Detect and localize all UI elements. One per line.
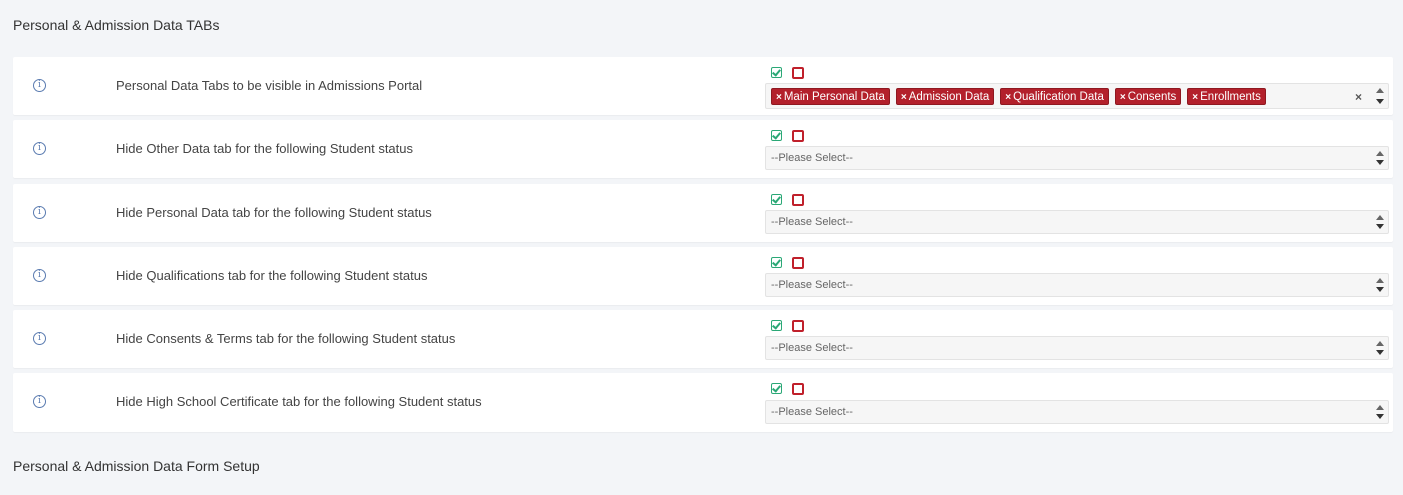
status-select[interactable]: --Please Select-- <box>765 146 1389 170</box>
spinner-up-icon[interactable] <box>1376 151 1384 156</box>
setting-row-hide-qualifications: i Hide Qualifications tab for the follow… <box>13 247 1393 305</box>
setting-row-hide-high-school-certificate: i Hide High School Certificate tab for t… <box>13 373 1393 432</box>
select-placeholder: --Please Select-- <box>771 152 853 164</box>
select-spinner[interactable] <box>1372 401 1388 423</box>
select-spinner[interactable] <box>1372 337 1388 359</box>
tag-label: Enrollments <box>1200 91 1261 103</box>
tag-label: Qualification Data <box>1013 91 1104 103</box>
status-select[interactable]: --Please Select-- <box>765 210 1389 234</box>
check-all-icon[interactable] <box>771 383 782 394</box>
row-label: Hide Personal Data tab for the following… <box>116 205 432 220</box>
spinner-down-icon[interactable] <box>1376 350 1384 355</box>
uncheck-all-icon[interactable] <box>792 320 804 332</box>
check-all-icon[interactable] <box>771 130 782 141</box>
spinner-down-icon[interactable] <box>1376 287 1384 292</box>
check-all-icon[interactable] <box>771 67 782 78</box>
info-icon[interactable]: i <box>33 269 46 282</box>
tag-label: Admission Data <box>908 91 990 103</box>
info-icon[interactable]: i <box>33 206 46 219</box>
spinner-down-icon[interactable] <box>1376 414 1384 419</box>
spinner-up-icon[interactable] <box>1376 341 1384 346</box>
tag-main-personal-data[interactable]: × Main Personal Data <box>771 88 890 105</box>
row-label: Hide High School Certificate tab for the… <box>116 394 482 409</box>
uncheck-all-icon[interactable] <box>792 383 804 395</box>
spinner-up-icon[interactable] <box>1376 278 1384 283</box>
tag-admission-data[interactable]: × Admission Data <box>895 88 995 105</box>
select-spinner[interactable] <box>1372 274 1388 296</box>
row-label: Hide Other Data tab for the following St… <box>116 141 414 156</box>
uncheck-all-icon[interactable] <box>792 194 804 206</box>
spinner-up-icon[interactable] <box>1376 88 1384 93</box>
tag-label: Main Personal Data <box>783 91 885 103</box>
row-label: Hide Qualifications tab for the followin… <box>116 268 428 283</box>
spinner-up-icon[interactable] <box>1376 405 1384 410</box>
tag-enrollments[interactable]: × Enrollments <box>1187 88 1266 105</box>
info-icon[interactable]: i <box>33 79 46 92</box>
visible-tabs-multiselect[interactable]: × Main Personal Data × Admission Data × Quali… <box>765 83 1389 109</box>
remove-tag-icon[interactable]: × <box>1120 92 1126 103</box>
tag-qualification-data[interactable]: × Qualification Data <box>1000 88 1109 105</box>
select-spinner[interactable] <box>1372 147 1388 169</box>
row-label: Hide Consents & Terms tab for the follow… <box>116 331 456 346</box>
check-all-icon[interactable] <box>771 257 782 268</box>
spinner-down-icon[interactable] <box>1376 224 1384 229</box>
select-placeholder: --Please Select-- <box>771 342 853 354</box>
tag-label: Consents <box>1127 91 1177 103</box>
select-placeholder: --Please Select-- <box>771 216 853 228</box>
spinner-down-icon[interactable] <box>1376 160 1384 165</box>
remove-tag-icon[interactable]: × <box>776 92 782 103</box>
check-all-icon[interactable] <box>771 320 782 331</box>
uncheck-all-icon[interactable] <box>792 130 804 142</box>
remove-tag-icon[interactable]: × <box>1005 92 1011 103</box>
selected-tags: × Main Personal Data × Admission Data × Quali… <box>771 87 1272 105</box>
clear-icon[interactable]: × <box>1355 90 1362 104</box>
setting-row-hide-personal-data: i Hide Personal Data tab for the followi… <box>13 184 1393 242</box>
uncheck-all-icon[interactable] <box>792 257 804 269</box>
section-title-tabs: Personal & Admission Data TABs <box>13 17 220 33</box>
status-select[interactable]: --Please Select-- <box>765 336 1389 360</box>
spinner-up-icon[interactable] <box>1376 215 1384 220</box>
select-placeholder: --Please Select-- <box>771 279 853 291</box>
remove-tag-icon[interactable]: × <box>1192 92 1198 103</box>
select-spinner[interactable] <box>1372 84 1388 108</box>
info-icon[interactable]: i <box>33 142 46 155</box>
status-select[interactable]: --Please Select-- <box>765 400 1389 424</box>
check-all-icon[interactable] <box>771 194 782 205</box>
spinner-down-icon[interactable] <box>1376 99 1384 104</box>
uncheck-all-icon[interactable] <box>792 67 804 79</box>
status-select[interactable]: --Please Select-- <box>765 273 1389 297</box>
setting-row-hide-other-data: i Hide Other Data tab for the following … <box>13 120 1393 178</box>
select-spinner[interactable] <box>1372 211 1388 233</box>
tag-consents[interactable]: × Consents <box>1114 88 1182 105</box>
row-label: Personal Data Tabs to be visible in Admi… <box>116 78 423 93</box>
info-icon[interactable]: i <box>33 332 46 345</box>
section-title-form-setup: Personal & Admission Data Form Setup <box>13 458 260 474</box>
setting-row-visible-tabs: i Personal Data Tabs to be visible in Ad… <box>13 57 1393 115</box>
remove-tag-icon[interactable]: × <box>901 92 907 103</box>
setting-row-hide-consents-terms: i Hide Consents & Terms tab for the foll… <box>13 310 1393 368</box>
info-icon[interactable]: i <box>33 395 46 408</box>
select-placeholder: --Please Select-- <box>771 406 853 418</box>
